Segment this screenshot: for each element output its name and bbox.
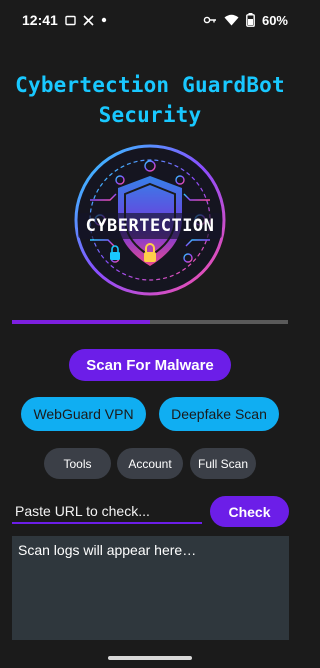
account-button[interactable]: Account: [117, 448, 183, 479]
scan-malware-button[interactable]: Scan For Malware: [69, 349, 231, 381]
logo-wordmark: CYBERTECTION: [78, 213, 222, 239]
battery-icon: [246, 13, 255, 27]
scan-progress-fill: [12, 320, 150, 324]
tools-button[interactable]: Tools: [44, 448, 111, 479]
app-title: Cybertection GuardBot Security: [15, 73, 285, 127]
key-icon: [203, 15, 217, 25]
scan-log-text: Scan logs will appear here…: [18, 542, 197, 558]
wifi-icon: [224, 14, 239, 26]
deepfake-scan-button[interactable]: Deepfake Scan: [159, 397, 279, 431]
app-logo: CYBERTECTION: [70, 140, 230, 300]
message-icon: [65, 15, 76, 26]
status-time: 12:41: [22, 12, 58, 28]
url-input[interactable]: [12, 500, 202, 524]
dot-icon: [101, 17, 107, 23]
x-icon: [83, 14, 94, 26]
scan-progress-bar: [12, 320, 288, 324]
status-bar: 12:41 60%: [0, 0, 300, 40]
webguard-vpn-button[interactable]: WebGuard VPN: [21, 397, 146, 431]
full-scan-button[interactable]: Full Scan: [190, 448, 256, 479]
battery-percent: 60%: [261, 12, 288, 28]
status-right: 60%: [203, 13, 288, 28]
scan-log-area[interactable]: Scan logs will appear here…: [12, 536, 289, 640]
gesture-navigation-bar[interactable]: [108, 656, 192, 660]
status-left: 12:41: [22, 12, 107, 28]
check-button[interactable]: Check: [210, 496, 289, 527]
